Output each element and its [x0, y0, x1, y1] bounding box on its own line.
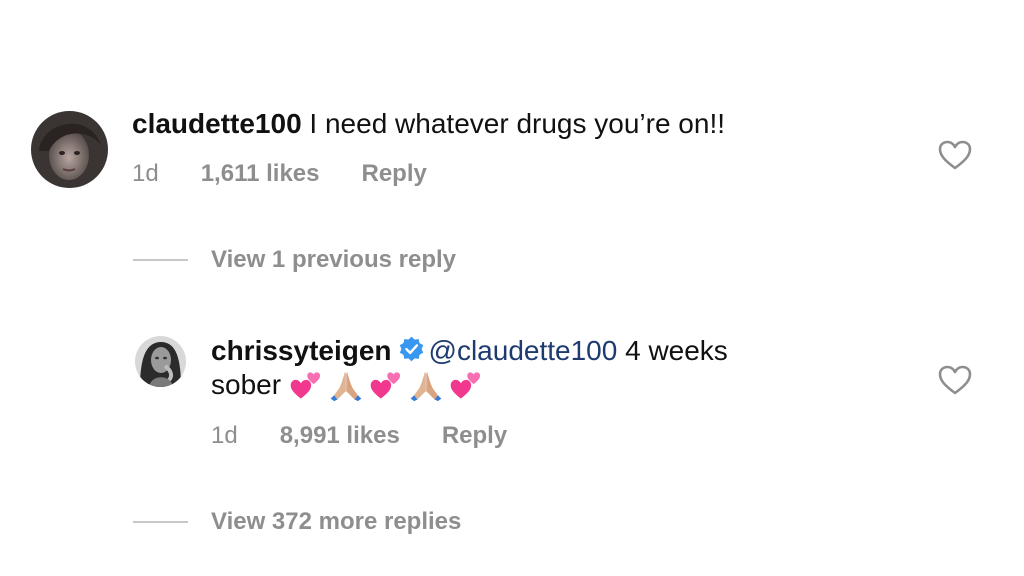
- view-more-replies[interactable]: View 372 more replies: [133, 508, 461, 536]
- avatar-image: [135, 336, 186, 387]
- reply-body: chrissyteigen @claudette100 4 weeks sobe…: [211, 334, 728, 402]
- reply-time: 1d: [211, 422, 238, 449]
- comment-text-line: claudette100 I need whatever drugs you’r…: [132, 107, 725, 141]
- reply-likes[interactable]: 8,991 likes: [280, 422, 400, 450]
- comment-text: I need whatever drugs you’re on!!: [309, 108, 726, 139]
- comment-username[interactable]: claudette100: [132, 108, 302, 139]
- view-more-replies-label: View 372 more replies: [211, 508, 462, 535]
- avatar-chrissyteigen[interactable]: [135, 336, 186, 387]
- comment-body: claudette100 I need whatever drugs you’r…: [132, 107, 725, 141]
- reply-text-line-2: sober: [211, 368, 728, 402]
- comments-screen: claudette100 I need whatever drugs you’r…: [0, 0, 1024, 576]
- comment-likes[interactable]: 1,611 likes: [201, 160, 320, 188]
- two-hearts-emoji-icon: [450, 372, 480, 399]
- comment-time: 1d: [132, 160, 159, 187]
- reply-meta: 1d 8,991 likes Reply: [211, 422, 507, 450]
- heart-outline-icon[interactable]: [938, 365, 972, 395]
- avatar-claudette100[interactable]: [31, 111, 108, 188]
- mention-link[interactable]: @claudette100: [429, 335, 618, 366]
- comment-meta: 1d 1,611 likes Reply: [132, 160, 427, 188]
- thread-divider-line: [133, 521, 188, 523]
- verified-badge-icon: [399, 336, 423, 362]
- thread-divider-line: [133, 259, 188, 261]
- avatar-image: [31, 111, 108, 188]
- folded-hands-emoji-icon: [410, 371, 442, 402]
- reply-text-line2: sober: [211, 369, 282, 400]
- folded-hands-emoji-icon: [330, 371, 362, 402]
- reply-button[interactable]: Reply: [442, 422, 507, 450]
- view-previous-replies[interactable]: View 1 previous reply: [133, 246, 456, 274]
- two-hearts-emoji-icon: [290, 372, 320, 399]
- reply-username[interactable]: chrissyteigen: [211, 335, 392, 366]
- reply-button[interactable]: Reply: [361, 160, 426, 188]
- heart-outline-icon[interactable]: [938, 140, 972, 170]
- two-hearts-emoji-icon: [370, 372, 400, 399]
- reply-text-rest: 4 weeks: [625, 335, 728, 366]
- reply-text-line-1: chrissyteigen @claudette100 4 weeks: [211, 334, 728, 368]
- view-previous-replies-label: View 1 previous reply: [211, 246, 457, 273]
